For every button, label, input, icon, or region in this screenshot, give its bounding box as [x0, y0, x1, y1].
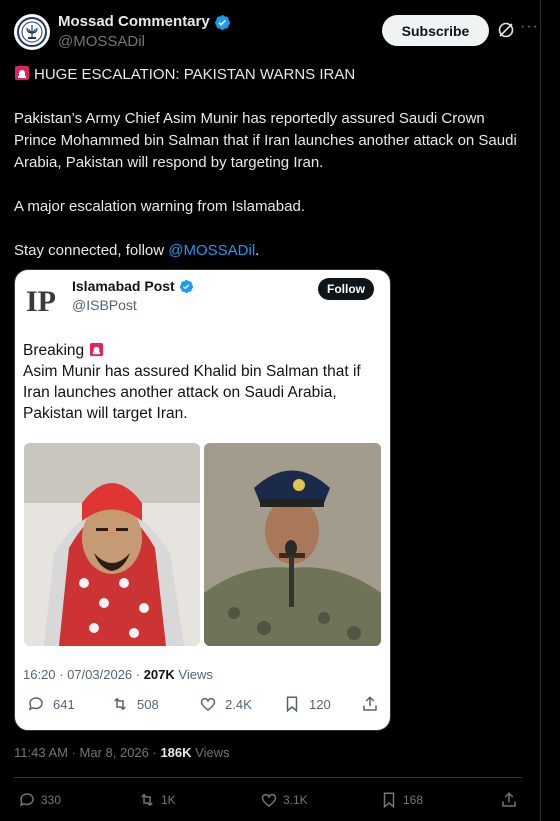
- post: Mossad Commentary @MOSSADil Subscribe ··…: [0, 0, 540, 821]
- reply-icon: [19, 793, 34, 807]
- quoted-bookmark: 120: [283, 695, 331, 713]
- bookmark-button[interactable]: 168: [380, 791, 423, 809]
- quoted-reply: 641: [27, 695, 75, 713]
- police-light-icon: [89, 342, 103, 357]
- quoted-meta: 16:20 · 07/03/2026 · 207K Views: [23, 667, 213, 682]
- repost-icon: [141, 793, 153, 807]
- repost-button[interactable]: 1K: [138, 791, 176, 809]
- bookmark-icon: [286, 696, 298, 713]
- quoted-replies-count: 641: [53, 696, 75, 712]
- likes-count: 3.1K: [283, 793, 308, 807]
- quoted-reposts-count: 508: [137, 696, 159, 712]
- author-name[interactable]: Mossad Commentary: [58, 12, 210, 32]
- post-paragraph-2: A major escalation warning from Islamaba…: [14, 198, 305, 215]
- divider: [14, 777, 522, 778]
- quoted-views-label: Views: [174, 667, 213, 682]
- quoted-body: Asim Munir has assured Khalid bin Salman…: [23, 363, 361, 422]
- quoted-share: [361, 695, 379, 713]
- follow-suffix: .: [255, 242, 260, 259]
- quoted-like: 2.4K: [199, 695, 252, 713]
- post-paragraph-3: Stay connected, follow @MOSSADil.: [14, 240, 524, 262]
- share-icon: [502, 792, 516, 807]
- post-headline: HUGE ESCALATION: PAKISTAN WARNS IRAN: [34, 66, 356, 83]
- post-headline-line: HUGE ESCALATION: PAKISTAN WARNS IRAN: [14, 64, 524, 86]
- post-header: Mossad Commentary @MOSSADil Subscribe ··…: [14, 12, 540, 52]
- post-timestamp: 11:43 AM · Mar 8, 2026 · 186K Views: [14, 745, 230, 760]
- quoted-repost: 508: [111, 695, 159, 713]
- quoted-views-count: 207K: [143, 667, 175, 682]
- breaking-line: Breaking: [23, 340, 378, 361]
- post-time[interactable]: 11:43 AM · Mar 8, 2026 ·: [14, 745, 160, 760]
- quoted-likes-count: 2.4K: [225, 696, 252, 712]
- share-icon: [363, 696, 377, 711]
- verified-badge-icon: [179, 279, 193, 293]
- post-views-count: 186K: [160, 745, 192, 760]
- quoted-text: Breaking Asim Munir has assured Khalid b…: [23, 340, 378, 424]
- author-handle[interactable]: @MOSSADil: [58, 32, 231, 52]
- replies-count: 330: [41, 793, 62, 807]
- post-actions: 330 1K 3.1K 168: [14, 791, 522, 813]
- grok-icon[interactable]: [496, 20, 516, 40]
- quoted-bookmarks-count: 120: [309, 696, 331, 712]
- author-name-row[interactable]: Mossad Commentary: [58, 12, 231, 32]
- avatar[interactable]: [14, 14, 50, 50]
- heart-icon: [261, 793, 277, 807]
- quoted-author-row: Islamabad Post: [72, 278, 194, 294]
- breaking-label: Breaking: [23, 342, 85, 359]
- column-border: [540, 0, 541, 821]
- quoted-author-name: Islamabad Post: [72, 278, 175, 294]
- bookmarks-count: 168: [403, 793, 424, 807]
- quoted-follow-button: Follow: [318, 278, 374, 300]
- quoted-author-handle: @ISBPost: [72, 297, 137, 313]
- photo-saudi-official: [24, 443, 200, 646]
- heart-icon: [200, 697, 216, 711]
- share-button[interactable]: [500, 791, 518, 809]
- svg-text:IP: IP: [26, 285, 56, 318]
- bookmark-icon: [383, 792, 395, 809]
- reposts-count: 1K: [161, 793, 176, 807]
- verified-badge-icon: [214, 14, 231, 31]
- more-options-icon[interactable]: ···: [520, 18, 539, 36]
- mention-link[interactable]: @MOSSADil: [168, 242, 255, 259]
- photo-army-chief: [204, 443, 381, 646]
- islamabad-post-logo: IP: [23, 280, 63, 320]
- reply-icon: [28, 697, 43, 711]
- post-paragraph-1: Pakistan’s Army Chief Asim Munir has rep…: [14, 110, 517, 171]
- follow-prefix: Stay connected, follow: [14, 242, 169, 259]
- like-button[interactable]: 3.1K: [260, 791, 308, 809]
- subscribe-button[interactable]: Subscribe: [382, 15, 489, 46]
- repost-icon: [114, 697, 126, 711]
- reply-button[interactable]: 330: [18, 791, 61, 809]
- post-views-label: Views: [191, 745, 230, 760]
- post-text: HUGE ESCALATION: PAKISTAN WARNS IRAN Pak…: [14, 64, 524, 262]
- quoted-actions: 641 508 2.4K 120: [23, 695, 379, 715]
- quoted-post-image[interactable]: IP Islamabad Post @ISBPost Follow Breaki…: [14, 269, 391, 731]
- mossad-emblem-icon: [17, 17, 47, 47]
- quoted-time: 16:20 · 07/03/2026 ·: [23, 667, 144, 682]
- police-light-icon: [15, 66, 29, 80]
- author-block: Mossad Commentary @MOSSADil: [58, 12, 231, 52]
